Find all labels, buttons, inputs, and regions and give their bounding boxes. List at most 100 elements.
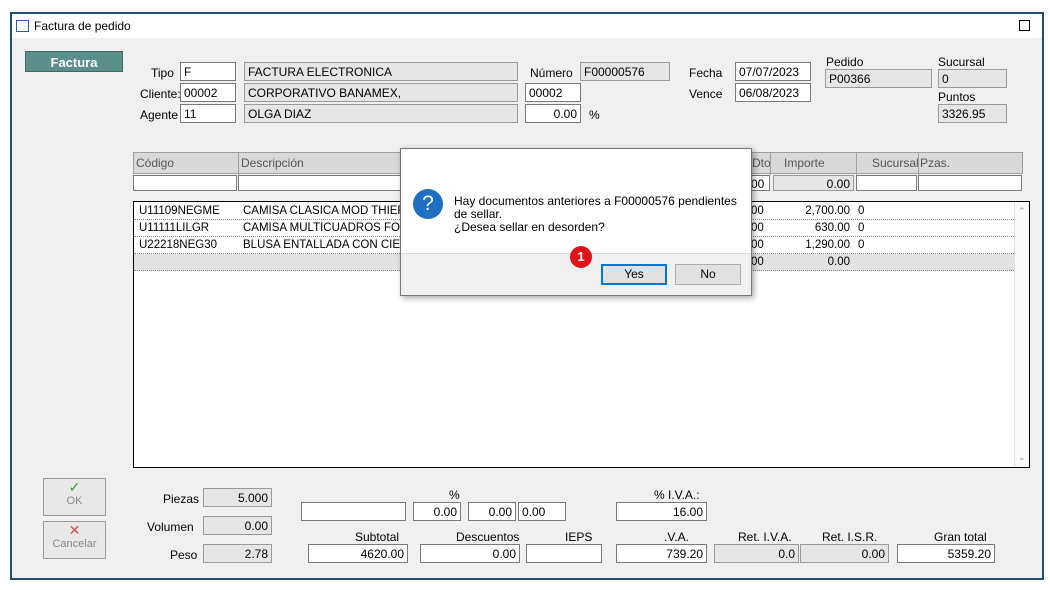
- yes-button[interactable]: Yes: [601, 264, 667, 285]
- fecha-label: Fecha: [689, 66, 723, 80]
- factura-window: Factura de pedido Factura Tipo F FACTURA…: [10, 12, 1044, 580]
- maximize-button[interactable]: [1019, 20, 1030, 31]
- cliente-extra-field[interactable]: 00002: [525, 83, 581, 102]
- col-pzas[interactable]: Pzas.: [920, 156, 950, 170]
- percent-field[interactable]: 0.00: [525, 104, 581, 123]
- piezas-field: 5.000: [203, 488, 272, 507]
- agente-code-field[interactable]: 11: [180, 104, 236, 123]
- numero-field: F00000576: [580, 62, 670, 81]
- scroll-down-icon[interactable]: ⌄: [1018, 452, 1026, 463]
- col-separator: [918, 153, 919, 175]
- ok-button[interactable]: ✓ OK: [43, 478, 106, 516]
- title-bar: Factura de pedido: [12, 14, 1042, 38]
- entry-descripcion-field[interactable]: [238, 175, 408, 191]
- row-dto: 00: [751, 222, 764, 234]
- entry-pzas-field[interactable]: [918, 175, 1022, 191]
- volumen-label: Volumen: [147, 520, 194, 534]
- factura-tab[interactable]: Factura: [25, 51, 123, 72]
- sucursal-label: Sucursal: [938, 55, 985, 70]
- entry-codigo-field[interactable]: [133, 175, 237, 191]
- cancel-label: Cancelar: [52, 538, 97, 550]
- fecha-field[interactable]: 07/07/2023: [735, 62, 811, 81]
- piezas-label: Piezas: [163, 492, 200, 506]
- confirm-dialog: ? Hay documentos anteriores a F00000576 …: [400, 148, 752, 296]
- discount-note-field[interactable]: [301, 502, 406, 521]
- cliente-label: Cliente:: [140, 87, 181, 101]
- gran-total-field: 5359.20: [897, 544, 995, 563]
- subtotal-label: Subtotal: [355, 530, 400, 545]
- ret-iva-field: 0.0: [714, 544, 799, 563]
- col-codigo[interactable]: Código: [136, 156, 174, 170]
- subtotal-field: 4620.00: [308, 544, 408, 563]
- volumen-field: 0.00: [203, 516, 272, 535]
- vence-field[interactable]: 06/08/2023: [735, 83, 811, 102]
- pct2-field[interactable]: 0.00: [468, 502, 516, 521]
- col-separator: [856, 153, 857, 175]
- row-dto: 00: [751, 239, 764, 251]
- row-dto: 00: [751, 256, 764, 268]
- row-importe: 1,290.00: [805, 239, 850, 251]
- dialog-line-3: ¿Desea sellar en desorden?: [454, 220, 605, 234]
- cancel-button[interactable]: ✕ Cancelar: [43, 521, 106, 559]
- cliente-code-field[interactable]: 00002: [180, 83, 236, 102]
- row-sucursal: 0: [858, 222, 865, 234]
- pct3-field[interactable]: 0.00: [518, 502, 566, 521]
- row-codigo: U22218NEG30: [139, 239, 217, 251]
- iva-field: 739.20: [616, 544, 707, 563]
- list-scrollbar[interactable]: ⌃ ⌄: [1014, 202, 1029, 467]
- tipo-desc-field: FACTURA ELECTRONICA: [244, 62, 518, 81]
- gran-total-label: Gran total: [934, 530, 987, 545]
- col-separator: [770, 153, 771, 175]
- iva-pct-field[interactable]: 16.00: [616, 502, 707, 521]
- agente-name-field: OLGA DIAZ: [244, 104, 518, 123]
- col-dto[interactable]: Dto: [752, 156, 771, 170]
- tipo-label: Tipo: [151, 66, 174, 80]
- numero-label: Número: [530, 66, 573, 80]
- descuentos-field: 0.00: [420, 544, 520, 563]
- puntos-field: 3326.95: [938, 104, 1007, 123]
- percent-sign: %: [589, 108, 600, 122]
- scroll-up-icon[interactable]: ⌃: [1018, 206, 1026, 217]
- row-dto: 00: [751, 205, 764, 217]
- pedido-field: P00366: [825, 69, 932, 88]
- row-sucursal: 0: [858, 205, 865, 217]
- tipo-code-field[interactable]: F: [180, 62, 236, 81]
- row-descripcion: CAMISA MULTICUADROS FOND: [243, 222, 417, 234]
- entry-sucursal-field[interactable]: [856, 175, 917, 191]
- iva-pct-label: % I.V.A.:: [654, 488, 700, 503]
- ieps-label: IEPS: [565, 530, 593, 545]
- sucursal-field: 0: [938, 69, 1007, 88]
- col-importe[interactable]: Importe: [784, 156, 825, 170]
- pct1-field[interactable]: 0.00: [413, 502, 461, 521]
- ieps-field: [526, 544, 602, 563]
- iva-label: .V.A.: [664, 530, 689, 545]
- col-separator: [238, 153, 239, 175]
- row-descripcion: BLUSA ENTALLADA CON CIERRE: [243, 239, 425, 251]
- x-icon: ✕: [68, 522, 81, 538]
- row-importe: 630.00: [814, 222, 850, 234]
- col-descripcion[interactable]: Descripción: [241, 156, 304, 170]
- window-title: Factura de pedido: [34, 19, 131, 33]
- dialog-message: Hay documentos anteriores a F00000576 pe…: [454, 195, 739, 234]
- pct-label: %: [449, 488, 460, 503]
- vence-label: Vence: [689, 87, 723, 101]
- window-icon: [16, 20, 29, 32]
- row-importe: 2,700.00: [805, 205, 850, 217]
- ret-isr-field: 0.00: [800, 544, 889, 563]
- pedido-label: Pedido: [826, 55, 864, 70]
- peso-field: 2.78: [203, 544, 272, 563]
- col-sucursal[interactable]: Sucursal: [872, 156, 919, 170]
- ret-isr-label: Ret. I.S.R.: [822, 530, 878, 545]
- ret-iva-label: Ret. I.V.A.: [738, 530, 792, 545]
- peso-label: Peso: [170, 548, 198, 562]
- row-codigo: U11111LILGR: [139, 222, 210, 234]
- row-sucursal: 0: [858, 239, 865, 251]
- no-button[interactable]: No: [675, 264, 741, 285]
- check-icon: ✓: [68, 479, 81, 495]
- puntos-label: Puntos: [938, 90, 976, 105]
- row-descripcion: CAMISA CLASICA MOD THIERS I: [243, 205, 420, 217]
- row-codigo: U11109NEGME: [139, 205, 220, 217]
- row-importe: 0.00: [827, 256, 850, 268]
- cliente-name-field: CORPORATIVO BANAMEX,: [244, 83, 518, 102]
- step-number-badge: 1: [570, 246, 592, 268]
